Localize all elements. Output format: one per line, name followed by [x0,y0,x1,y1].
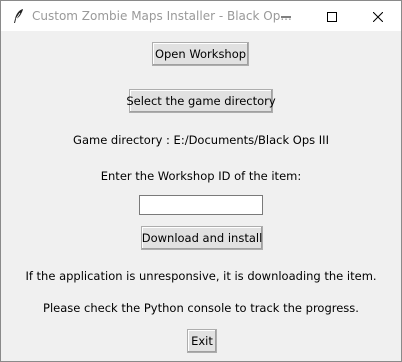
game-directory-label: Game directory : E:/Documents/Black Ops … [73,133,329,147]
open-workshop-button[interactable]: Open Workshop [152,42,249,66]
close-button[interactable] [355,1,401,31]
workshop-id-input[interactable] [139,195,263,215]
workshop-id-prompt: Enter the Workshop ID of the item: [100,169,302,183]
select-directory-button[interactable]: Select the game directory [126,89,276,113]
console-note: Please check the Python console to track… [43,301,359,315]
close-icon [372,7,384,26]
main-content: Open Workshop Select the game directory … [1,31,401,361]
minimize-button[interactable] [263,1,309,31]
feather-icon [11,8,25,24]
title-bar[interactable]: Custom Zombie Maps Installer - Black Op.… [1,1,401,31]
unresponsive-note: If the application is unresponsive, it i… [25,269,377,283]
window-title: Custom Zombie Maps Installer - Black Op.… [32,9,292,23]
maximize-icon [327,7,337,26]
minimize-icon [281,7,291,26]
app-window: Custom Zombie Maps Installer - Black Op.… [0,0,402,362]
maximize-button[interactable] [309,1,355,31]
exit-button[interactable]: Exit [187,329,217,353]
download-install-button[interactable]: Download and install [141,226,263,250]
